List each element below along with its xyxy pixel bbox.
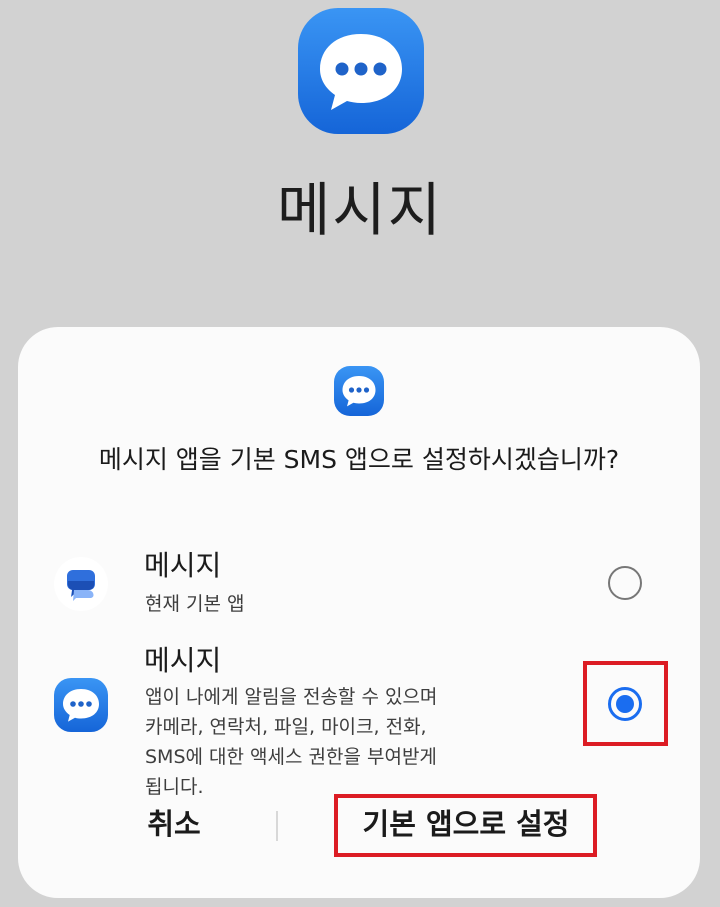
radio-google-messages[interactable] (608, 566, 642, 600)
google-messages-icon (54, 557, 108, 611)
option-google-messages[interactable]: 메시지 현재 기본 앱 (18, 545, 700, 625)
option-title: 메시지 (144, 549, 222, 582)
samsung-messages-icon (54, 678, 108, 732)
option-title: 메시지 (144, 644, 222, 677)
app-title: 메시지 (276, 176, 444, 244)
cancel-button[interactable]: 취소 (124, 804, 224, 844)
default-app-dialog: 메시지 앱을 기본 SMS 앱으로 설정하시겠습니까? 메시지 현재 기본 앱 (18, 327, 700, 898)
dialog-question: 메시지 앱을 기본 SMS 앱으로 설정하시겠습니까? (98, 445, 620, 474)
highlight-selected-radio (583, 661, 668, 746)
samsung-messages-icon (298, 8, 424, 134)
button-divider (276, 811, 278, 841)
option-subtitle: 현재 기본 앱 (145, 593, 245, 615)
option-subtitle: 앱이 나에게 알림을 전송할 수 있으며 카메라, 연락처, 파일, 마이크, … (145, 686, 438, 798)
samsung-messages-icon (334, 366, 384, 416)
screen: 메시지 메시지 앱을 기본 SMS 앱으로 설정하시겠습니까? 메시지 현재 기… (0, 0, 720, 907)
highlight-set-default-button (334, 794, 597, 857)
